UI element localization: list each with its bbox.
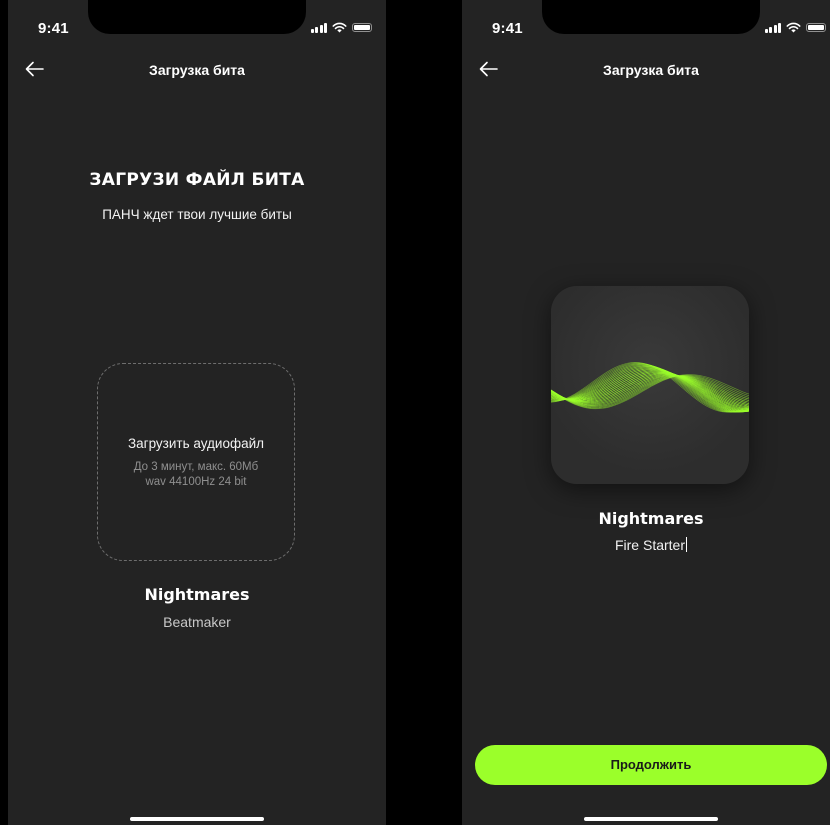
status-icons [310,22,372,33]
wifi-icon [786,22,801,33]
status-time: 9:41 [492,20,523,37]
notch [542,0,760,34]
beat-title-input[interactable]: Fire Starter [462,537,830,553]
upload-screen: 9:41 Загрузка бита ЗАГРУЗИ ФАЙЛ БИТА ПАН… [8,0,386,825]
beat-title-input[interactable]: Beatmaker [8,614,386,630]
home-indicator [130,817,264,821]
upload-dropzone-hint: До 3 минут, макс. 60Мб wav 44100Hz 24 bi… [98,460,294,490]
notch [88,0,306,34]
upload-hint-format: wav 44100Hz 24 bit [145,476,247,488]
continue-button[interactable]: Продолжить [475,745,827,785]
page-title: Загрузка бита [603,62,699,78]
upload-subheadline: ПАНЧ ждет твои лучшие биты [102,207,292,222]
home-indicator [584,817,718,821]
upload-headline: ЗАГРУЗИ ФАЙЛ БИТА [89,170,305,190]
battery-icon [352,23,372,32]
status-time: 9:41 [38,20,69,37]
cellular-signal-icon [310,22,327,33]
status-bar: 9:41 [462,0,830,44]
wifi-icon [332,22,347,33]
page-title: Загрузка бита [149,62,245,78]
beat-title-text: Fire Starter [614,537,685,553]
beat-cover-artwork[interactable] [551,286,749,484]
upload-hint-duration: До 3 минут, макс. 60Мб [133,461,259,473]
nav-bar: Загрузка бита [8,54,386,84]
cellular-signal-icon [764,22,781,33]
audio-upload-dropzone[interactable]: Загрузить аудиофайл До 3 минут, макс. 60… [97,363,295,561]
text-cursor [686,537,687,552]
upload-dropzone-title: Загрузить аудиофайл [127,436,264,451]
artist-name: Nightmares [598,509,704,528]
artist-name: Nightmares [144,585,250,604]
uploaded-screen: 9:41 Загрузка бита Nightmares Fire Start… [462,0,830,825]
battery-icon [806,23,826,32]
sound-wave-artwork [551,362,749,413]
nav-bar: Загрузка бита [462,54,830,84]
status-bar: 9:41 [8,0,386,44]
status-icons [764,22,826,33]
